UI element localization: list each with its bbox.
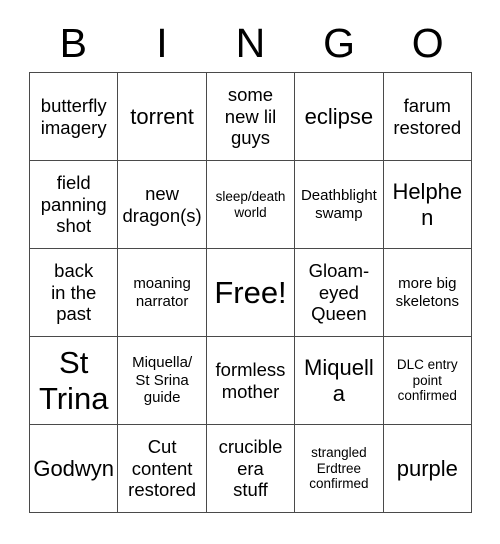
bingo-cell-r3-c2[interactable]: moaning narrator bbox=[118, 249, 207, 337]
bingo-cell-label: torrent bbox=[130, 103, 194, 129]
bingo-cell-label: field panning shot bbox=[40, 172, 107, 237]
bingo-cell-label: farum restored bbox=[393, 95, 462, 138]
bingo-cell-label: Cut content restored bbox=[128, 436, 197, 501]
bingo-cell-r1-c1[interactable]: butterfly imagery bbox=[30, 73, 119, 161]
bingo-cell-r2-c2[interactable]: new dragon(s) bbox=[118, 161, 207, 249]
bingo-cell-r3-c4[interactable]: Gloam- eyed Queen bbox=[295, 249, 384, 337]
bingo-cell-label: back in the past bbox=[51, 260, 97, 325]
bingo-cell-r2-c3[interactable]: sleep/death world bbox=[206, 161, 296, 249]
bingo-card: B I N G O butterfly imagery torrent some n… bbox=[0, 0, 500, 544]
bingo-cell-label: more big skeletons bbox=[395, 275, 459, 310]
bingo-cell-r2-c5[interactable]: Helphen bbox=[383, 161, 472, 249]
bingo-cell-r5-c5[interactable]: purple bbox=[383, 425, 472, 513]
bingo-cell-r4-c1[interactable]: St Trina bbox=[30, 337, 119, 425]
bingo-header-letter-i: I bbox=[156, 19, 168, 66]
bingo-cell-label: Free! bbox=[214, 274, 287, 310]
bingo-cell-label: some new lil guys bbox=[224, 84, 277, 149]
bingo-cell-r3-c5[interactable]: more big skeletons bbox=[383, 249, 472, 337]
bingo-header-letter-o: O bbox=[411, 19, 444, 66]
bingo-cell-r4-c2[interactable]: Miquella/ St Srina guide bbox=[118, 337, 207, 425]
bingo-cell-label: purple bbox=[396, 455, 458, 481]
bingo-cell-label: Gloam- eyed Queen bbox=[308, 260, 370, 325]
bingo-header-letter-n: N bbox=[235, 19, 266, 66]
bingo-cell-label: crucible era stuff bbox=[218, 436, 283, 501]
bingo-cell-label: butterfly imagery bbox=[40, 95, 107, 138]
bingo-cell-r2-c4[interactable]: Deathblight swamp bbox=[295, 161, 384, 249]
bingo-cell-r4-c3[interactable]: formless mother bbox=[206, 337, 296, 425]
bingo-cell-label: moaning narrator bbox=[133, 275, 191, 310]
bingo-cell-label: Helphen bbox=[392, 178, 463, 230]
bingo-cell-r1-c5[interactable]: farum restored bbox=[383, 73, 472, 161]
bingo-header-letter-g: G bbox=[323, 19, 356, 66]
bingo-cell-label: new dragon(s) bbox=[122, 183, 202, 226]
bingo-cell-r5-c3[interactable]: crucible era stuff bbox=[206, 425, 296, 513]
bingo-cell-r3-c3[interactable]: Free! bbox=[206, 249, 296, 337]
bingo-cell-label: Deathblight swamp bbox=[300, 187, 377, 222]
bingo-cell-r5-c2[interactable]: Cut content restored bbox=[118, 425, 207, 513]
bingo-header: B I N G O bbox=[29, 14, 472, 72]
bingo-cell-label: strangled Erdtree confirmed bbox=[309, 445, 369, 492]
bingo-cell-r4-c5[interactable]: DLC entry point confirmed bbox=[383, 337, 472, 425]
bingo-cell-label: Miquella bbox=[304, 354, 374, 406]
bingo-cell-r5-c1[interactable]: Godwyn bbox=[30, 425, 119, 513]
bingo-cell-r4-c4[interactable]: Miquella bbox=[295, 337, 384, 425]
bingo-cell-r1-c3[interactable]: some new lil guys bbox=[206, 73, 296, 161]
bingo-cell-label: eclipse bbox=[304, 103, 374, 129]
bingo-cell-label: sleep/death world bbox=[215, 188, 286, 220]
bingo-cell-r5-c4[interactable]: strangled Erdtree confirmed bbox=[295, 425, 384, 513]
bingo-cell-label: formless mother bbox=[215, 359, 286, 402]
bingo-cell-r3-c1[interactable]: back in the past bbox=[30, 249, 119, 337]
bingo-cell-r1-c2[interactable]: torrent bbox=[118, 73, 207, 161]
bingo-header-letter-b: B bbox=[59, 19, 87, 66]
bingo-cell-label: Miquella/ St Srina guide bbox=[132, 354, 193, 407]
bingo-cell-label: St Trina bbox=[38, 344, 109, 416]
bingo-cell-label: DLC entry point confirmed bbox=[396, 357, 458, 404]
bingo-grid: butterfly imagery torrent some new lil guy… bbox=[29, 72, 472, 513]
bingo-cell-r2-c1[interactable]: field panning shot bbox=[30, 161, 119, 249]
bingo-cell-r1-c4[interactable]: eclipse bbox=[295, 73, 384, 161]
bingo-cell-label: Godwyn bbox=[33, 455, 115, 481]
